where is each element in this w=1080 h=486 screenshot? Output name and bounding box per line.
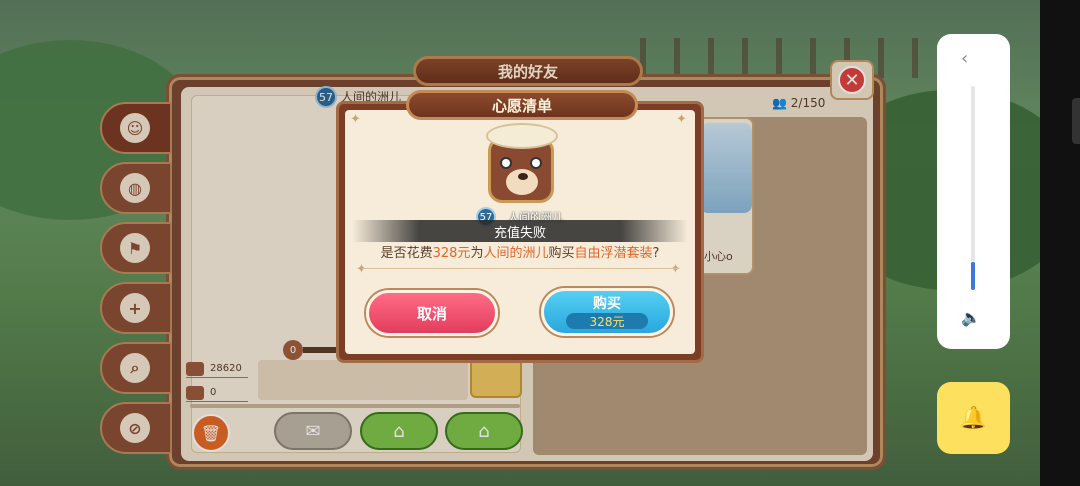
screen-edge xyxy=(1040,0,1080,486)
avatar-eye xyxy=(530,157,542,169)
chevron-left-icon[interactable]: ‹ xyxy=(961,48,968,69)
purchase-question: 是否花费328元为人间的洲儿购买自由浮潜套装? xyxy=(352,242,688,261)
question-for: 为 xyxy=(470,246,484,261)
cancel-button[interactable]: 取消 xyxy=(366,290,498,336)
buy-label: 购买 xyxy=(593,296,621,312)
question-price: 328元 xyxy=(432,246,471,261)
buy-button[interactable]: 购买 328元 xyxy=(541,288,673,336)
edge-handle xyxy=(1072,98,1080,144)
avatar-eye xyxy=(500,157,512,169)
corner-ornament: ✦ xyxy=(356,262,367,277)
avatar-nose xyxy=(518,173,528,180)
speaker-icon[interactable]: 🔈 xyxy=(961,308,981,327)
recharge-failed-toast: 充值失败 xyxy=(352,220,688,242)
dialog-title: 心愿清单 xyxy=(406,90,638,120)
friend-avatar-large xyxy=(476,123,566,213)
notification-bell-button[interactable]: 🔔 xyxy=(937,382,1010,454)
question-prefix: 是否花费 xyxy=(380,246,433,261)
dialog-divider xyxy=(362,268,678,269)
volume-slider[interactable] xyxy=(971,86,975,290)
sheep-hat xyxy=(486,123,558,149)
volume-fill xyxy=(971,262,975,290)
corner-ornament: ✦ xyxy=(676,112,687,127)
bell-icon: 🔔 xyxy=(959,405,988,431)
corner-ornament: ✦ xyxy=(350,112,361,127)
buy-price: 328元 xyxy=(566,313,648,329)
question-suffix: ? xyxy=(652,246,660,261)
volume-panel: ‹ 🔈 xyxy=(937,34,1010,349)
question-recipient: 人间的洲儿 xyxy=(483,246,549,261)
question-item: 自由浮潜套装 xyxy=(574,246,653,261)
corner-ornament: ✦ xyxy=(670,262,681,277)
question-buy: 购买 xyxy=(548,246,575,261)
